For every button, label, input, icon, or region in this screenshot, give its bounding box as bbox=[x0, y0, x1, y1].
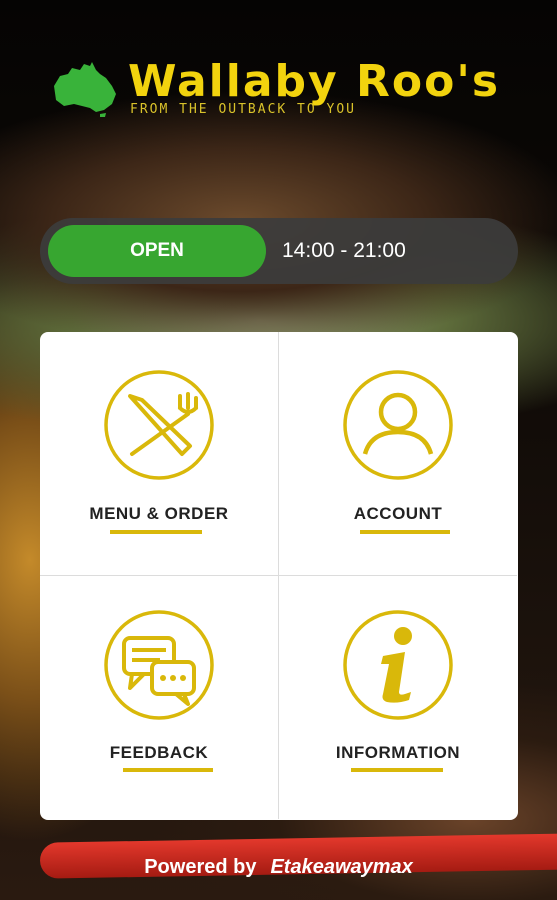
brand-tagline: FROM THE OUTBACK TO YOU bbox=[130, 102, 357, 117]
cutlery-icon bbox=[104, 370, 214, 480]
australia-map-icon bbox=[54, 62, 116, 117]
information-button[interactable]: INFORMATION bbox=[279, 576, 517, 819]
account-label: ACCOUNT bbox=[353, 504, 443, 523]
powered-by-footer: Powered by Etakeawaymax bbox=[0, 856, 557, 879]
account-underline bbox=[360, 530, 450, 534]
info-icon bbox=[343, 610, 453, 720]
status-bar bbox=[0, 0, 557, 12]
account-button[interactable]: ACCOUNT bbox=[279, 332, 517, 576]
information-underline bbox=[351, 768, 443, 772]
etakeawaymax-link[interactable]: Etakeawaymax bbox=[270, 856, 412, 878]
feedback-label: FEEDBACK bbox=[109, 743, 209, 762]
menu-order-underline bbox=[110, 530, 202, 534]
feedback-underline bbox=[123, 768, 213, 772]
opening-status-bar: OPEN 14:00 - 21:00 bbox=[40, 218, 518, 284]
menu-order-label: MENU & ORDER bbox=[89, 504, 229, 523]
powered-by-label: Powered by bbox=[144, 856, 257, 878]
open-status-badge: OPEN bbox=[48, 225, 266, 277]
feedback-button[interactable]: FEEDBACK bbox=[40, 576, 279, 819]
chat-bubbles-icon bbox=[104, 610, 214, 720]
logo: Wallaby Roo's FROM THE OUTBACK TO YOU bbox=[50, 56, 520, 128]
opening-hours: 14:00 - 21:00 bbox=[282, 239, 406, 262]
brand-name: Wallaby Roo's bbox=[128, 56, 501, 107]
menu-order-button[interactable]: MENU & ORDER bbox=[40, 332, 279, 576]
information-label: INFORMATION bbox=[335, 743, 461, 762]
main-menu-grid: MENU & ORDER ACCOUNT FEEDBACK INFORMATIO… bbox=[40, 332, 518, 820]
user-icon bbox=[343, 370, 453, 480]
